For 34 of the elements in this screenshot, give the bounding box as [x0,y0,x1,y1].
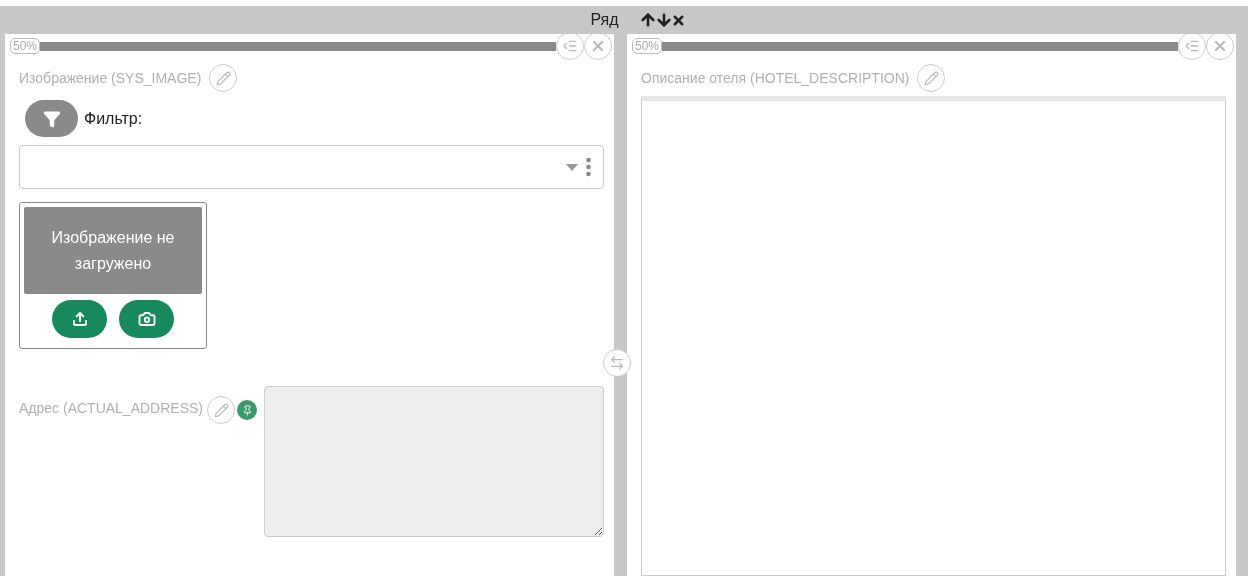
dropdown-caret-icon [566,163,578,171]
field-label: Описание отеля (HOTEL_DESCRIPTION) [641,68,910,88]
edit-button[interactable] [917,64,946,92]
close-icon [590,38,606,54]
outdent-icon [562,38,578,54]
camera-icon [137,310,156,328]
column-resize-bar[interactable] [662,41,1178,51]
upload-icon [71,311,88,327]
row-title: Ряд [590,10,619,30]
column-resize-bar[interactable] [40,41,556,51]
outdent-button[interactable] [1178,34,1206,60]
more-icon [586,157,591,177]
pin-icon [241,404,253,416]
filter-label: Фильтр: [84,108,143,129]
camera-button[interactable] [119,300,174,338]
edit-button[interactable] [209,64,238,92]
upload-button[interactable] [52,300,107,338]
close-button[interactable] [1206,34,1234,60]
filter-icon [42,109,61,128]
swap-icon [609,355,625,371]
outdent-icon [1184,38,1200,54]
column-width-badge: 50% [632,38,663,54]
edit-icon [923,70,939,86]
edit-icon [215,70,231,86]
close-icon [1212,38,1228,54]
column-width-badge: 50% [10,38,41,54]
filter-button[interactable] [25,100,78,137]
image-empty-text: Изображение не загружено [50,227,176,274]
filter-select[interactable] [19,145,604,189]
field-label: Адрес (ACTUAL_ADDRESS) [19,399,203,418]
close-button[interactable] [584,34,612,60]
outdent-button[interactable] [556,34,584,60]
field-label: Изображение (SYS_IMAGE) [19,68,202,88]
edit-icon [213,402,229,418]
